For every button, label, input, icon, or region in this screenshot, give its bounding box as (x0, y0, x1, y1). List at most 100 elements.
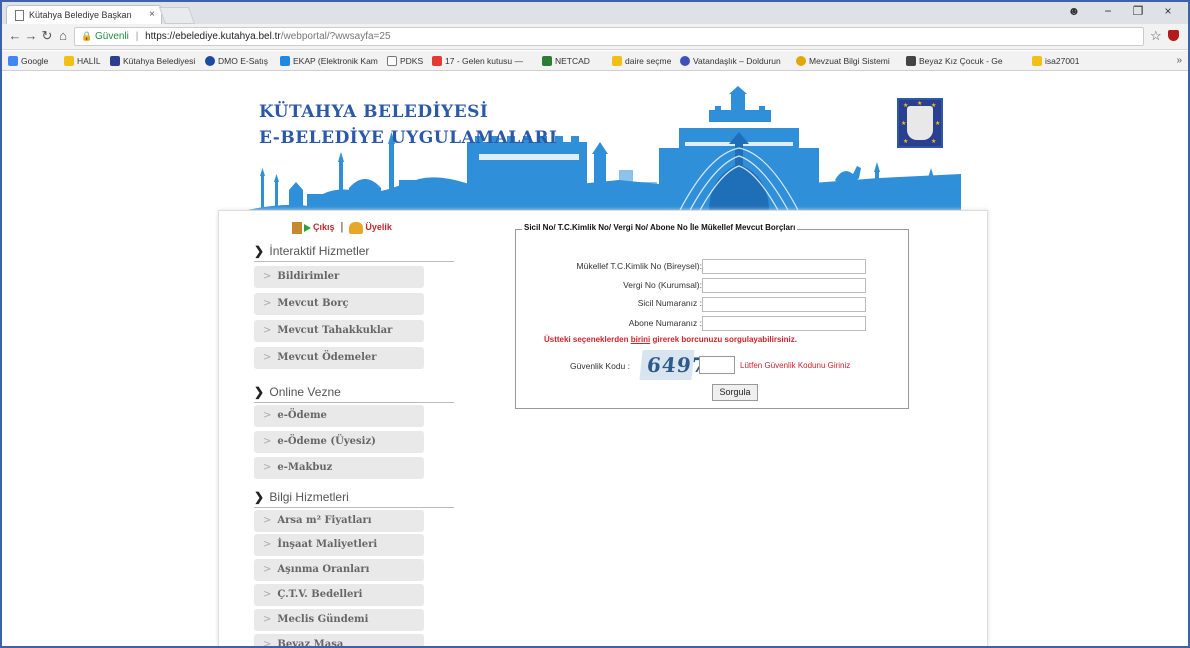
bookmark-label: NETCAD (555, 56, 590, 66)
bookmark-item[interactable]: DMO E-Satış (205, 56, 268, 66)
bookmark-icon (796, 56, 806, 66)
menu-item-current-debt[interactable]: > Mevcut Borç (254, 293, 424, 315)
bookmark-item[interactable]: Vatandaşlık – Doldurun (680, 56, 781, 66)
instruction-pre: Üstteki seçeneklerden (544, 335, 631, 344)
debt-query-form: Sicil No/ T.C.Kimlik No/ Vergi No/ Abone… (515, 223, 909, 409)
divider: | (340, 221, 344, 233)
lock-icon: 🔒 (81, 31, 93, 41)
registry-no-input[interactable] (702, 297, 866, 312)
bookmark-item[interactable]: 17 - Gelen kutusu — (432, 56, 523, 66)
address-input[interactable]: 🔒 Güvenli | https://ebelediye.kutahya.be… (74, 27, 1144, 46)
extension-shield-icon[interactable] (1168, 30, 1179, 41)
captcha-hint: Lütfen Güvenlik Kodunu Giriniz (740, 361, 851, 370)
folder-icon (1032, 56, 1042, 66)
bookmark-label: Mevzuat Bilgi Sistemi (809, 56, 890, 66)
chevron-icon: > (263, 298, 272, 309)
chevron-right-icon: ❯ (254, 490, 265, 504)
bookmarks-more-button[interactable]: » (1176, 55, 1182, 66)
bookmark-label: Beyaz Kız Çocuk - Ge (919, 56, 1003, 66)
tax-no-label: Vergi No (Kurumsal): (623, 280, 702, 290)
menu-item-payments[interactable]: > Mevcut Ödemeler (254, 347, 424, 369)
menu-item-label: Mevcut Ödemeler (277, 352, 377, 363)
menu-item-land-prices[interactable]: > Arsa m² Fiyatları (254, 510, 424, 532)
menu-item-notifications[interactable]: > Bildirimler (254, 266, 424, 288)
captcha-label: Güvenlik Kodu : (570, 361, 631, 371)
bookmark-item[interactable]: EKAP (Elektronik Kam (280, 56, 378, 66)
maximize-button[interactable]: ❐ (1130, 4, 1146, 18)
arrow-icon (304, 223, 311, 232)
menu-item-white-desk[interactable]: > Beyaz Masa (254, 634, 424, 648)
bookmark-item[interactable]: isa27001 (1032, 56, 1080, 66)
bookmark-item[interactable]: Beyaz Kız Çocuk - Ge (906, 56, 1003, 66)
minimize-button[interactable]: − (1100, 4, 1116, 18)
tab-title: Kütahya Belediye Başkan (29, 10, 132, 20)
membership-link[interactable]: Üyelik (349, 221, 392, 234)
logout-link[interactable]: Çıkış (292, 221, 335, 234)
bookmark-star-icon[interactable]: ☆ (1150, 28, 1162, 44)
membership-label: Üyelik (365, 222, 392, 232)
query-button[interactable]: Sorgula (712, 384, 758, 401)
menu-item-label: Mevcut Tahakkuklar (277, 325, 393, 336)
bookmark-item[interactable]: Google (8, 56, 48, 66)
section-title: Online Vezne (269, 385, 341, 399)
bookmark-item[interactable]: NETCAD (542, 56, 590, 66)
menu-item-e-payment[interactable]: > e-Ödeme (254, 405, 424, 427)
profile-icon[interactable]: ☻ (1066, 4, 1082, 18)
menu-item-construction-costs[interactable]: > İnşaat Maliyetleri (254, 534, 424, 556)
subscriber-no-input[interactable] (702, 316, 866, 331)
user-bar: Çıkış | Üyelik (292, 221, 392, 234)
bookmark-item[interactable]: HALİL (64, 56, 101, 66)
site-title-line1: KÜTAHYA BELEDİYESİ (259, 102, 489, 122)
form-legend: Sicil No/ T.C.Kimlik No/ Vergi No/ Abone… (522, 223, 798, 232)
menu-item-council-agenda[interactable]: > Meclis Gündemi (254, 609, 424, 631)
section-title: Bilgi Hizmetleri (269, 490, 349, 504)
bookmark-icon (8, 56, 18, 66)
bookmark-icon (542, 56, 552, 66)
reload-icon[interactable]: ↻ (40, 28, 54, 44)
chevron-icon: > (263, 325, 272, 336)
instruction-text: Üstteki seçeneklerden birini girerek bor… (544, 335, 797, 344)
tax-no-input[interactable] (702, 278, 866, 293)
page-icon (15, 10, 24, 21)
menu-item-accruals[interactable]: > Mevcut Tahakkuklar (254, 320, 424, 342)
menu-item-ctv-fees[interactable]: > Ç.T.V. Bedelleri (254, 584, 424, 606)
menu-item-e-payment-guest[interactable]: > e-Ödeme (Üyesiz) (254, 431, 424, 453)
municipality-crest-logo: ★ ★ ★ ★ ★ ★ ★ (897, 98, 943, 148)
forward-icon[interactable]: → (24, 28, 38, 43)
bookmark-item[interactable]: Kütahya Belediyesi (110, 56, 195, 66)
menu-item-depreciation-rates[interactable]: > Aşınma Oranları (254, 559, 424, 581)
back-icon[interactable]: ← (8, 28, 22, 43)
chevron-icon: > (263, 462, 272, 473)
bookmark-item[interactable]: daire seçme (612, 56, 671, 66)
tab-close-button[interactable]: × (149, 9, 155, 20)
bookmark-label: EKAP (Elektronik Kam (293, 56, 378, 66)
browser-tab[interactable]: Kütahya Belediye Başkan × (6, 5, 162, 24)
close-window-button[interactable]: × (1160, 4, 1176, 18)
menu-item-label: e-Ödeme (277, 410, 327, 421)
chevron-icon: > (263, 436, 272, 447)
chevron-icon: > (263, 352, 272, 363)
chevron-icon: > (263, 639, 272, 648)
bookmark-icon (280, 56, 290, 66)
chevron-right-icon: ❯ (254, 244, 265, 258)
bookmark-label: 17 - Gelen kutusu — (445, 56, 523, 66)
users-icon (349, 221, 364, 234)
captcha-input[interactable] (699, 356, 735, 374)
tc-id-input[interactable] (702, 259, 866, 274)
page-content: KÜTAHYA BELEDİYESİ E-BELEDİYE UYGULAMALA… (2, 72, 1188, 646)
new-tab-button[interactable] (158, 7, 196, 24)
folder-icon (612, 56, 622, 66)
sidebar: Çıkış | Üyelik ❯ İnteraktif Hizmetler > Bil… (254, 211, 454, 648)
bookmark-icon (906, 56, 916, 66)
bookmark-item[interactable]: PDKS (387, 56, 423, 66)
subscriber-no-label: Abone Numaranız : (628, 318, 702, 328)
bookmark-item[interactable]: Mevzuat Bilgi Sistemi (796, 56, 890, 66)
menu-item-label: Aşınma Oranları (277, 564, 370, 575)
home-icon[interactable]: ⌂ (56, 28, 70, 43)
bookmark-icon (110, 56, 120, 66)
instruction-post: girerek borcunuzu sorgulayabilirsiniz. (650, 335, 797, 344)
registry-no-label: Sicil Numaranız : (637, 298, 702, 308)
section-interactive-services: ❯ İnteraktif Hizmetler (254, 244, 454, 262)
menu-item-e-receipt[interactable]: > e-Makbuz (254, 457, 424, 479)
menu-item-label: e-Makbuz (277, 462, 333, 473)
